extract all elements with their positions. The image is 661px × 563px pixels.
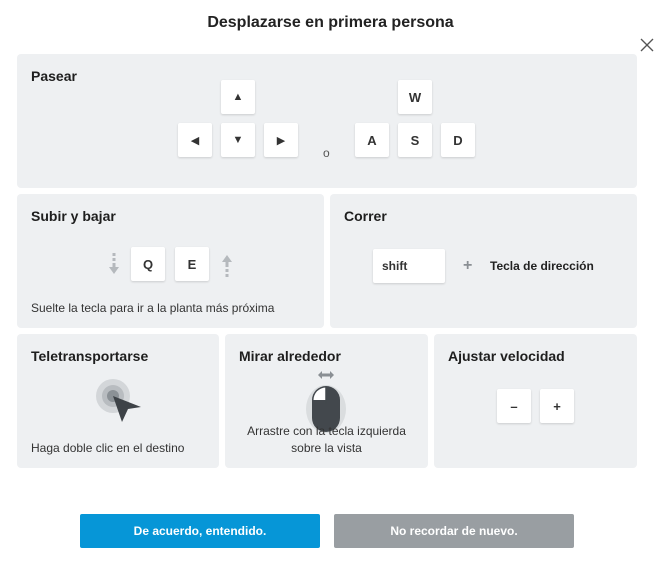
- teleport-panel: Teletransportarse Haga doble clic en el …: [17, 334, 219, 468]
- close-icon[interactable]: [638, 36, 656, 54]
- dialog-title: Desplazarse en primera persona: [207, 14, 454, 31]
- teleport-title: Teletransportarse: [31, 348, 149, 364]
- dont-remind-button[interactable]: No recordar de nuevo.: [334, 514, 574, 548]
- look-hint-line1: Arrastre con la tecla izquierda: [247, 424, 406, 438]
- look-title: Mirar alrededor: [239, 348, 341, 364]
- horizontal-arrows-icon: [318, 371, 334, 379]
- or-text: o: [323, 146, 330, 160]
- key-arrow-right: ▶: [264, 123, 298, 157]
- look-hint-line2: sobre la vista: [291, 441, 362, 455]
- key-arrow-down: ▼: [221, 123, 255, 157]
- arrow-up-dashed-icon: [222, 255, 232, 277]
- run-plus: +: [463, 257, 473, 274]
- ok-button[interactable]: De acuerdo, entendido.: [80, 514, 320, 548]
- speed-title: Ajustar velocidad: [448, 348, 565, 364]
- speed-increase-key: +: [540, 389, 574, 423]
- key-q: Q: [131, 247, 165, 281]
- updown-title: Subir y bajar: [31, 208, 116, 224]
- key-a: A: [355, 123, 389, 157]
- teleport-hint: Haga doble clic en el destino: [31, 441, 185, 455]
- arrow-down-dashed-icon: [109, 253, 119, 274]
- run-title: Correr: [344, 208, 387, 224]
- updown-hint: Suelte la tecla para ir a la planta más …: [31, 301, 275, 315]
- key-s: S: [398, 123, 432, 157]
- updown-panel: Subir y bajar Q E Suelte la tecla para i…: [17, 194, 324, 328]
- cursor-target-icon: [96, 379, 141, 422]
- key-shift: shift: [373, 249, 445, 283]
- key-w: W: [398, 80, 432, 114]
- speed-panel: Ajustar velocidad – +: [434, 334, 637, 468]
- key-e: E: [175, 247, 209, 281]
- run-panel: Correr shift + Tecla de dirección: [330, 194, 637, 328]
- key-d: D: [441, 123, 475, 157]
- direction-key-label: Tecla de dirección: [490, 259, 594, 273]
- walk-panel: Pasear ▲ ◀ ▼ ▶ o W A S D: [17, 54, 637, 188]
- walk-title: Pasear: [31, 68, 77, 84]
- speed-decrease-key: –: [497, 389, 531, 423]
- look-panel: Mirar alrededor Arrastre con la tecla iz…: [225, 334, 428, 468]
- key-arrow-up: ▲: [221, 80, 255, 114]
- key-arrow-left: ◀: [178, 123, 212, 157]
